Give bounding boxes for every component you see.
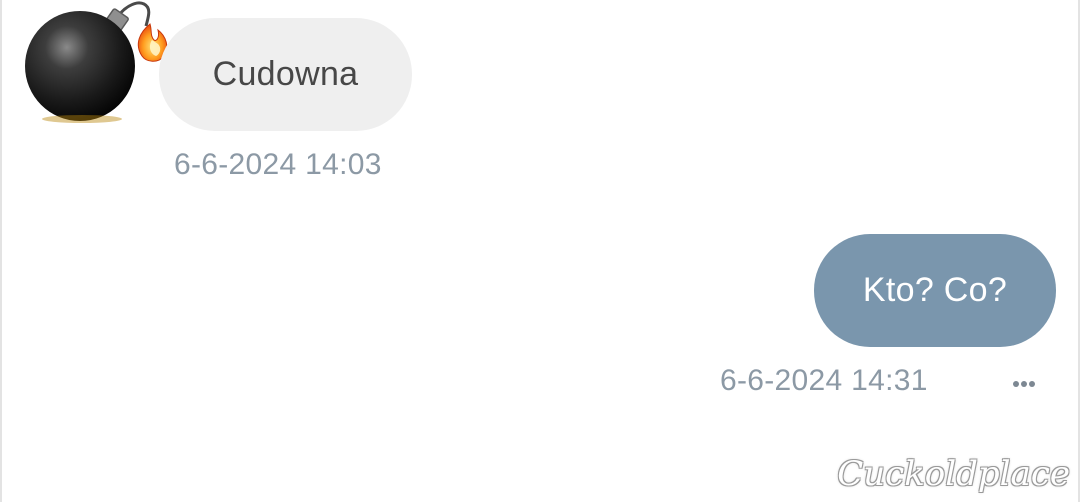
left-edge-divider [0,0,2,502]
received-message-timestamp: 6-6-2024 14:03 [174,148,382,181]
watermark-logo: Cuckoldplace [837,454,1070,494]
bomb-icon[interactable] [24,0,170,124]
chat-screen: Cudowna 6-6-2024 14:03 Kto? Co? 6-6-2024… [0,0,1080,502]
sent-message-text: Kto? Co? [862,271,1008,309]
sent-message-timestamp: 6-6-2024 14:31 [720,364,928,397]
received-message-text: Cudowna [212,55,359,93]
more-dots-icon[interactable] [1006,370,1042,398]
received-message-bubble[interactable]: Cudowna [159,18,412,131]
sent-message-bubble[interactable]: Kto? Co? [814,234,1056,347]
